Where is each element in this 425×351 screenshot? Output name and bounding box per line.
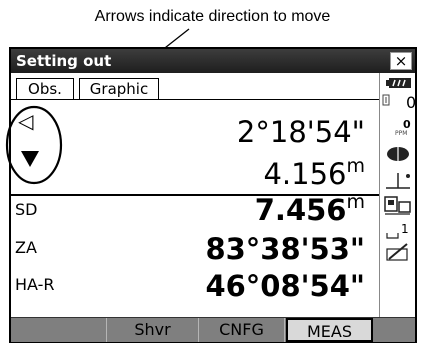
softkey-shvr[interactable]: Shvr (107, 318, 199, 342)
left-arrow-icon: ◁ (18, 109, 34, 133)
tab-divider (11, 99, 379, 100)
sd-unit: m (346, 191, 365, 213)
row-value-sd: 7.456m (254, 191, 365, 227)
row-label-sd: SD (15, 200, 38, 219)
row-value-za: 83°38'53" (205, 232, 365, 266)
edit-icon (386, 243, 408, 261)
ppm-label: PPM (395, 130, 407, 137)
sd-value: 7.456 (254, 193, 347, 227)
mode-icon (384, 196, 411, 215)
status-sidebar: 0 0 PPM 1 (379, 73, 416, 319)
prism-constant: 0 (406, 93, 416, 112)
distance-unit: m (346, 155, 365, 177)
distance-difference: 4.156m (263, 155, 365, 191)
target-icon (387, 147, 409, 161)
close-button[interactable]: × (390, 52, 412, 70)
softkey-1[interactable] (11, 318, 107, 342)
window-title: Setting out (16, 52, 112, 70)
row-label-za: ZA (15, 238, 37, 257)
row-value-ha-r: 46°08'54" (205, 269, 365, 303)
angle-difference-value: 2°18'54" (236, 115, 365, 149)
tilt-icon (386, 173, 410, 189)
tab-obs[interactable]: Obs. (16, 78, 74, 100)
callout-caption: Arrows indicate direction to move (94, 8, 331, 25)
softkey-meas[interactable]: MEAS (286, 318, 373, 342)
page-icon (386, 233, 399, 239)
tab-graphic[interactable]: Graphic (79, 78, 159, 100)
sidebar-icons: 0 0 PPM 1 (382, 78, 416, 261)
down-arrow-icon (21, 151, 39, 167)
distance-value: 4.156 (263, 157, 347, 191)
softkey-cnfg[interactable]: CNFG (199, 318, 285, 342)
softkey-bar: Shvr CNFG MEAS (11, 317, 415, 342)
title-bar: Setting out × (11, 49, 415, 73)
softkey-5[interactable] (373, 318, 415, 342)
page-number: 1 (401, 222, 409, 236)
battery-icon (386, 78, 411, 88)
prism-icon (382, 94, 390, 106)
row-label-ha-r: HA-R (15, 275, 55, 294)
instrument-screen: Setting out × Obs. Graphic ◁ 2°18'54" 4.… (9, 47, 417, 343)
